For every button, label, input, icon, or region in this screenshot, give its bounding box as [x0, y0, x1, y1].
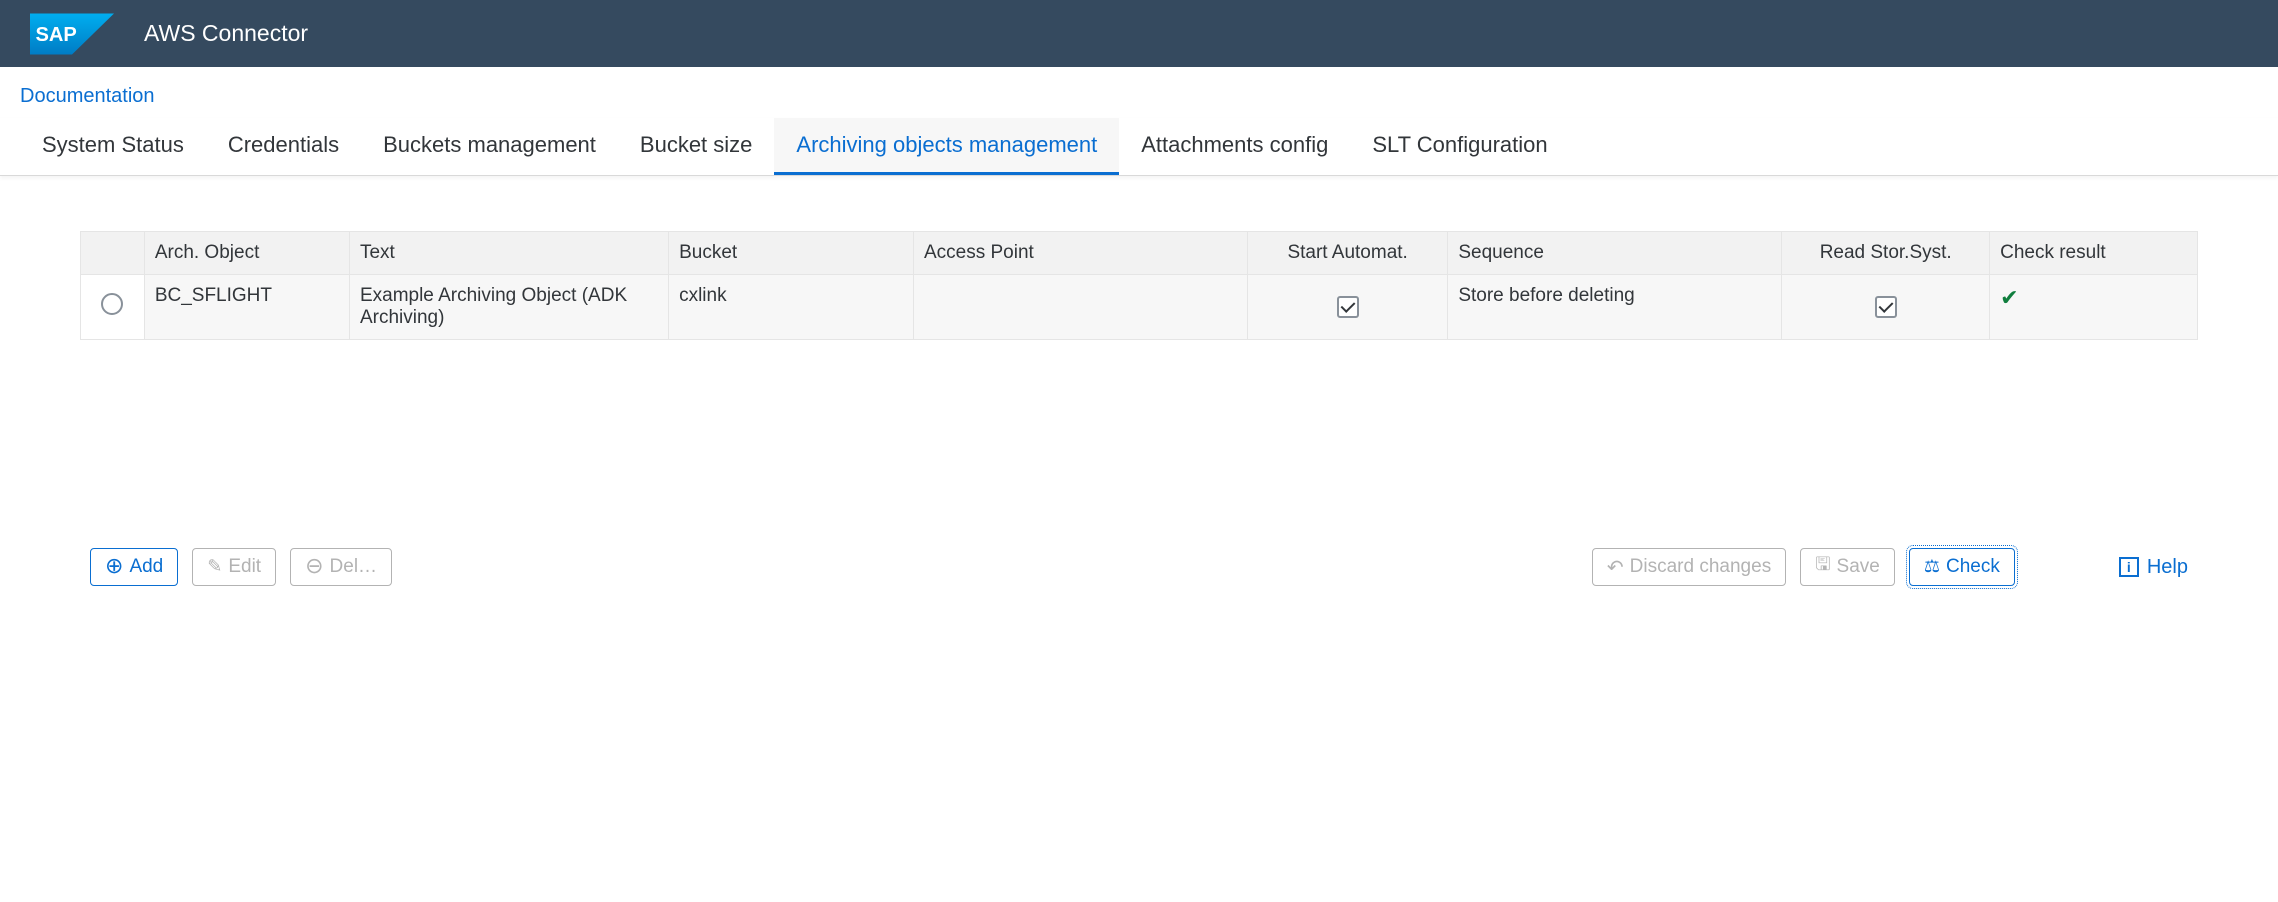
check-ok-icon: ✔ — [2000, 285, 2018, 310]
cell-arch-object: BC_SFLIGHT — [144, 275, 349, 340]
table-header-row: Arch. Object Text Bucket Access Point St… — [81, 232, 2198, 275]
documentation-link[interactable]: Documentation — [20, 85, 155, 107]
tab-credentials[interactable]: Credentials — [206, 118, 361, 175]
col-arch-object: Arch. Object — [144, 232, 349, 275]
check-button-label: Check — [1946, 556, 2000, 578]
shell-title: AWS Connector — [144, 20, 308, 47]
add-button[interactable]: Add — [90, 548, 178, 586]
save-icon — [1815, 552, 1830, 582]
add-button-label: Add — [129, 556, 163, 578]
table-row[interactable]: BC_SFLIGHT Example Archiving Object (ADK… — [81, 275, 2198, 340]
info-icon: i — [2119, 557, 2139, 577]
tab-slt-configuration[interactable]: SLT Configuration — [1350, 118, 1569, 175]
undo-icon — [1607, 555, 1624, 580]
discard-button-label: Discard changes — [1630, 556, 1772, 578]
col-sequence: Sequence — [1448, 232, 1782, 275]
row-selector-cell[interactable] — [81, 275, 145, 340]
cell-read-stor-syst — [1782, 275, 1990, 340]
col-bucket: Bucket — [669, 232, 914, 275]
col-check-result: Check result — [1990, 232, 2198, 275]
cell-start-automat — [1247, 275, 1447, 340]
cell-check-result: ✔ — [1990, 275, 2198, 340]
edit-button-label: Edit — [228, 556, 261, 578]
svg-text:SAP: SAP — [35, 23, 76, 45]
tab-buckets-management[interactable]: Buckets management — [361, 118, 618, 175]
delete-button-label: Del… — [330, 556, 378, 578]
help-link-label: Help — [2147, 556, 2188, 579]
edit-button[interactable]: Edit — [192, 548, 276, 586]
col-access-point: Access Point — [913, 232, 1247, 275]
cell-sequence: Store before deleting — [1448, 275, 1782, 340]
cell-text: Example Archiving Object (ADK Archiving) — [349, 275, 668, 340]
table-container: Arch. Object Text Bucket Access Point St… — [0, 176, 2278, 340]
save-button-label: Save — [1837, 556, 1880, 578]
radio-icon[interactable] — [101, 293, 123, 315]
archiving-objects-table: Arch. Object Text Bucket Access Point St… — [80, 231, 2198, 340]
col-select — [81, 232, 145, 275]
tab-attachments-config[interactable]: Attachments config — [1119, 118, 1350, 175]
tab-bucket-size[interactable]: Bucket size — [618, 118, 775, 175]
shell-header: SAP AWS Connector — [0, 0, 2278, 67]
help-link[interactable]: i Help — [2119, 556, 2188, 579]
pencil-icon — [207, 556, 222, 578]
tab-system-status[interactable]: System Status — [20, 118, 206, 175]
discard-changes-button[interactable]: Discard changes — [1592, 548, 1786, 586]
delete-button[interactable]: Del… — [290, 548, 392, 586]
scales-icon — [1924, 556, 1940, 578]
plus-icon — [105, 555, 123, 579]
footer-toolbar: Add Edit Del… Discard changes Save Check… — [0, 548, 2278, 586]
cell-bucket: cxlink — [669, 275, 914, 340]
tab-archiving-objects-management[interactable]: Archiving objects management — [774, 118, 1119, 175]
checkbox-read-stor-syst[interactable] — [1875, 296, 1897, 318]
save-button[interactable]: Save — [1800, 548, 1895, 586]
cell-access-point — [913, 275, 1247, 340]
col-read-stor-syst: Read Stor.Syst. — [1782, 232, 1990, 275]
checkbox-start-automat[interactable] — [1337, 296, 1359, 318]
col-start-automat: Start Automat. — [1247, 232, 1447, 275]
tab-strip: System Status Credentials Buckets manage… — [0, 118, 2278, 176]
check-button[interactable]: Check — [1909, 548, 2015, 586]
minus-icon — [305, 555, 323, 579]
sap-logo: SAP — [30, 13, 114, 55]
col-text: Text — [349, 232, 668, 275]
doc-bar: Documentation — [0, 67, 2278, 118]
